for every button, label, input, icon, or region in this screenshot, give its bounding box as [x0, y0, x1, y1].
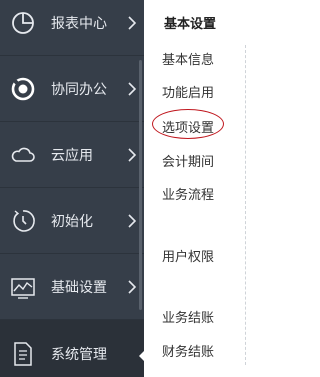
submenu-title: 基本设置 [164, 17, 217, 32]
cloud-icon [10, 142, 36, 168]
sidebar-item-label: 云应用 [51, 147, 93, 164]
sidebar-item-label: 基础设置 [51, 279, 107, 296]
submenu-item-feature-enable[interactable]: 功能启用 [162, 82, 214, 101]
collaboration-icon [10, 76, 36, 102]
divider [245, 45, 246, 365]
sidebar-item-system-management[interactable]: 系统管理 [0, 320, 144, 377]
sidebar-item-label: 系统管理 [51, 347, 107, 363]
submenu-item-business-process[interactable]: 业务流程 [162, 184, 214, 203]
submenu-item-financial-closing[interactable]: 财务结账 [162, 341, 214, 360]
chevron-right-icon [128, 15, 136, 30]
submenu-item-basic-info[interactable]: 基本信息 [162, 49, 214, 68]
document-icon [10, 341, 36, 367]
sidebar-item-initialize[interactable]: 初始化 [0, 188, 144, 254]
submenu-panel: 基本设置 基本信息 功能启用 选项设置 会计期间 业务流程 用户权限 业务结账 … [146, 0, 260, 377]
submenu-item-user-permissions[interactable]: 用户权限 [162, 246, 214, 265]
chevron-right-icon [128, 147, 136, 162]
sidebar-item-collaboration[interactable]: 协同办公 [0, 56, 144, 122]
sidebar-item-report-center[interactable]: 报表中心 [0, 0, 144, 56]
active-pointer [139, 349, 146, 363]
sidebar: 报表中心 协同办公 云应用 初始化 基础设置 系统管理 [0, 0, 146, 377]
submenu-item-accounting-period[interactable]: 会计期间 [162, 151, 214, 170]
sidebar-item-basic-settings[interactable]: 基础设置 [0, 254, 144, 320]
sidebar-item-label: 报表中心 [51, 15, 107, 32]
submenu-item-business-closing[interactable]: 业务结账 [162, 307, 214, 326]
chevron-right-icon [128, 213, 136, 228]
settings-chart-icon [10, 274, 36, 300]
submenu-item-options-settings[interactable]: 选项设置 [162, 117, 214, 136]
pie-chart-icon [10, 10, 36, 36]
refresh-clock-icon [10, 208, 36, 234]
sidebar-scrollbar[interactable] [139, 60, 142, 310]
chevron-right-icon [128, 81, 136, 96]
sidebar-item-label: 初始化 [51, 213, 93, 230]
sidebar-item-label: 协同办公 [51, 81, 107, 98]
chevron-right-icon [128, 279, 136, 294]
sidebar-item-cloud-apps[interactable]: 云应用 [0, 122, 144, 188]
